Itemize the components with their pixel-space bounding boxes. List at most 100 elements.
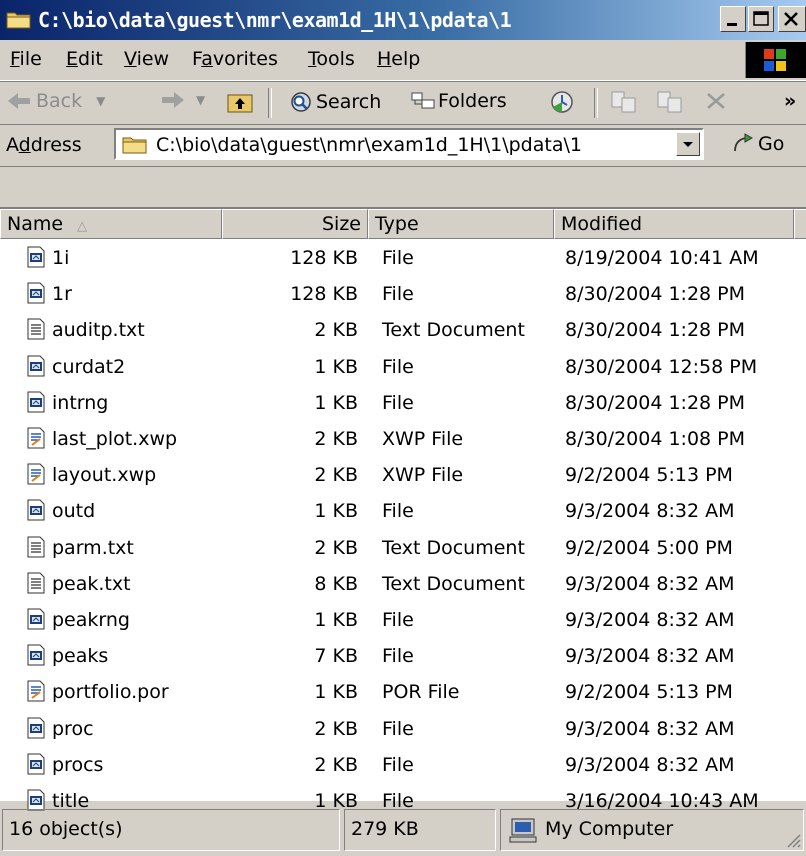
file-name: curdat2 [52,355,126,378]
menu-view[interactable]: View [124,48,169,70]
address-bar: Address C:\bio\data\guest\nmr\exam1d_1H\… [0,124,806,167]
file-modified: 9/3/2004 8:32 AM [565,500,735,523]
address-input[interactable]: C:\bio\data\guest\nmr\exam1d_1H\1\pdata\… [114,128,704,160]
history-button[interactable] [548,90,576,114]
search-button[interactable]: Search [288,90,381,114]
generic-file-icon [26,717,46,739]
file-row[interactable]: layout.xwp 2 KB XWP File 9/2/2004 5:13 PM [0,460,806,490]
file-type: File [382,717,414,740]
file-size: 8 KB [314,572,358,595]
menu-tools[interactable]: Tools [308,48,355,70]
xwp-file-icon [26,463,46,485]
forward-dropdown-icon[interactable]: ▼ [196,93,205,107]
go-button[interactable]: Go [732,133,784,155]
file-row[interactable]: procs 2 KB File 9/3/2004 8:32 AM [0,750,806,780]
menu-favorites[interactable]: Favorites [192,48,278,70]
file-type: Text Document [382,572,525,595]
file-row[interactable]: peaks 7 KB File 9/3/2004 8:32 AM [0,641,806,671]
file-type: File [382,609,414,631]
file-type: File [382,753,414,776]
delete-icon [707,93,725,109]
address-dropdown-button[interactable] [676,132,700,156]
file-list-view[interactable]: Name △ Size Type Modified 1i 128 KB File 8/… [0,207,806,812]
title-bar[interactable]: C:\bio\data\guest\nmr\exam1d_1H\1\pdata\… [0,0,806,40]
status-zone: My Computer [500,809,804,851]
file-name: layout.xwp [52,464,157,487]
maximize-icon [753,11,769,26]
folders-button[interactable]: Folders [410,90,507,112]
xwp-file-icon [26,427,46,449]
column-header-modified[interactable]: Modified [554,209,794,239]
history-icon [551,91,573,113]
file-row[interactable]: last_plot.xwp 2 KB XWP File 8/30/2004 1:08 … [0,424,806,454]
file-row[interactable]: peakrng 1 KB File 9/3/2004 8:32 AM [0,605,806,635]
maximize-button[interactable] [748,6,774,32]
file-size: 1 KB [314,681,358,704]
file-row[interactable]: 1r 128 KB File 8/30/2004 1:28 PM [0,279,806,309]
file-size: 1 KB [314,355,358,378]
text-document-icon [26,572,46,594]
file-row[interactable]: auditp.txt 2 KB Text Document 8/30/2004 1:2… [0,315,806,345]
file-name: parm.txt [52,536,134,559]
file-row[interactable]: portfolio.por 1 KB POR File 9/2/2004 5:13 P… [0,677,806,707]
file-row[interactable]: outd 1 KB File 9/3/2004 8:32 AM [0,496,806,526]
xwp-file-icon [26,680,46,702]
generic-file-icon [26,753,46,775]
generic-file-icon [26,499,46,521]
file-size: 7 KB [314,645,358,668]
generic-file-icon [26,608,46,630]
toolbar-overflow-chevron[interactable]: » [784,90,796,112]
toolbar-separator [268,88,272,118]
file-type: Text Document [382,536,525,559]
back-dropdown-icon[interactable]: ▼ [96,94,105,108]
back-arrow-icon [8,93,30,109]
windows-logo [745,42,806,78]
file-size: 2 KB [314,536,358,559]
resize-grip-icon[interactable] [785,832,801,848]
column-header-type[interactable]: Type [368,209,554,239]
file-modified: 9/3/2004 8:32 AM [565,609,735,631]
column-header-size[interactable]: Size [222,209,368,239]
copy-to-button[interactable] [656,90,684,114]
up-folder-button[interactable] [226,90,254,114]
address-label: Address [6,134,82,156]
column-header-name[interactable]: Name △ [0,209,222,239]
file-modified: 9/3/2004 8:32 AM [565,753,735,776]
file-size: 128 KB [290,283,358,306]
file-row[interactable]: curdat2 1 KB File 8/30/2004 12:58 PM [0,352,806,382]
forward-arrow-icon [162,92,184,108]
file-size: 1 KB [314,391,358,414]
search-icon [291,92,311,112]
standard-toolbar: Back ▼ ▼ Search Folders » [0,81,806,125]
back-button[interactable]: Back ▼ [6,90,105,112]
generic-file-icon [26,246,46,268]
file-row[interactable]: intrng 1 KB File 8/30/2004 1:28 PM [0,388,806,418]
file-row[interactable]: proc 2 KB File 9/3/2004 8:32 AM [0,714,806,744]
menu-help[interactable]: Help [377,48,420,70]
forward-button[interactable]: ▼ [160,90,205,110]
file-row[interactable]: parm.txt 2 KB Text Document 9/2/2004 5:00 P… [0,533,806,563]
minimize-button[interactable] [720,6,746,32]
sort-ascending-icon: △ [77,219,88,234]
file-name: 1i [52,247,70,269]
menu-file[interactable]: File [10,48,42,70]
file-name: outd [52,500,96,523]
file-size: 2 KB [314,753,358,776]
close-icon [784,12,798,26]
file-row[interactable]: 1i 128 KB File 8/19/2004 10:41 AM [0,243,806,273]
file-type: File [382,500,414,523]
menu-bar: File Edit View Favorites Tools Help [0,40,806,81]
status-bar: 16 object(s) 279 KB My Computer [0,805,806,856]
generic-file-icon [26,355,46,377]
column-header-row: Name △ Size Type Modified [0,209,806,239]
menu-edit[interactable]: Edit [66,48,103,70]
delete-button[interactable] [704,90,730,112]
file-size: 2 KB [314,464,358,487]
file-row[interactable]: peak.txt 8 KB Text Document 9/3/2004 8:32 A… [0,569,806,599]
chevron-down-icon [683,142,693,147]
move-to-button[interactable] [610,90,638,114]
move-to-icon [611,91,636,113]
close-button[interactable] [778,6,806,32]
file-type: Text Document [382,319,525,342]
toolbar-separator [594,88,598,118]
